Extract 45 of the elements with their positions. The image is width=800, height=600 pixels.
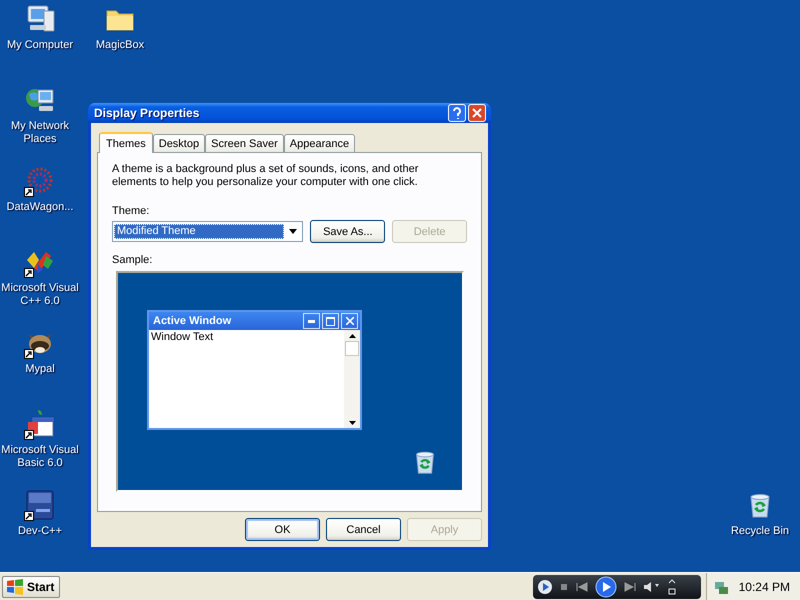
maximize-icon (326, 316, 335, 326)
dropdown-arrow-icon (288, 229, 297, 234)
dialog-button[interactable]: Cancel (326, 518, 401, 541)
close-icon (346, 317, 354, 325)
dialog-button[interactable]: OK (245, 518, 320, 541)
start-button[interactable]: Start (2, 576, 60, 598)
media-player-icon[interactable] (536, 578, 553, 594)
tab[interactable]: Desktop (152, 134, 206, 152)
desktop-icon-label[interactable]: DataWagon... (1, 201, 79, 214)
desktop-icon-label[interactable]: MagicBox (81, 39, 159, 52)
program-tile-icon (24, 489, 56, 521)
sample-label: Sample: (112, 254, 154, 267)
desktop-icon-label[interactable]: Dev-C++ (1, 525, 79, 538)
help-button[interactable] (448, 104, 466, 122)
restore-icon[interactable] (666, 578, 677, 596)
theme-action-button[interactable]: Save As... (310, 220, 386, 243)
clock: 10:24 PM (738, 580, 790, 594)
help-icon (452, 107, 462, 119)
description-text: A theme is a background plus a set of sounds, icons, and other elements to help you personalize your computer with one click. (112, 163, 420, 189)
desktop-icon-label[interactable]: Mypal (1, 363, 79, 376)
close-button[interactable] (468, 104, 486, 122)
tab[interactable]: Appearance (284, 134, 356, 152)
scroll-thumb[interactable] (345, 341, 359, 356)
scroll-down-icon[interactable] (348, 421, 356, 425)
window-title: Display Properties (94, 106, 200, 120)
windows-flag-icon (6, 578, 24, 594)
desktop-icon-label[interactable]: Microsoft Visual Basic 6.0 (1, 444, 79, 470)
desktop-icon-label[interactable]: My Network Places (1, 120, 79, 146)
sample-window-title: Active Window (153, 315, 232, 327)
tab[interactable]: Themes (99, 132, 153, 153)
stop-icon[interactable] (558, 582, 569, 592)
desktop-icon-label[interactable]: Recycle Bin (721, 525, 799, 538)
close-icon (472, 108, 482, 118)
theme-dropdown[interactable]: Modified Theme (112, 221, 304, 242)
scroll-up-icon[interactable] (348, 334, 356, 338)
volume-icon[interactable] (642, 582, 661, 592)
minimize-icon (308, 320, 315, 322)
tab[interactable]: Screen Saver (205, 134, 284, 152)
desktop-icon-label[interactable]: My Computer (1, 39, 79, 52)
theme-label: Theme: (112, 205, 150, 218)
desktop-icon-label[interactable]: Microsoft Visual C++ 6.0 (1, 282, 79, 308)
sample-window-text: Window Text (150, 330, 214, 345)
next-icon[interactable] (622, 582, 637, 592)
play-icon[interactable] (594, 576, 617, 598)
previous-icon[interactable] (574, 582, 589, 592)
